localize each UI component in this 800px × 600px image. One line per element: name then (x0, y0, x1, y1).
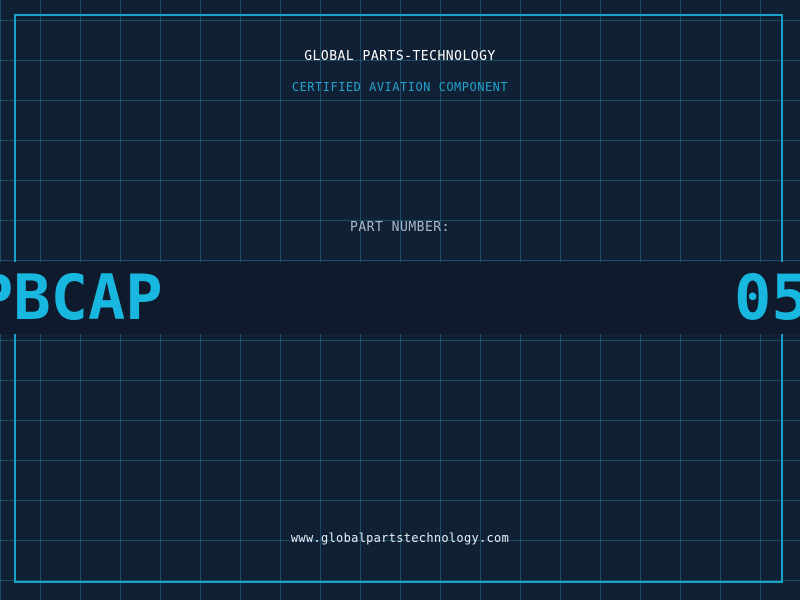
part-number-code-right: 05 (734, 262, 800, 334)
website-url: www.globalpartstechnology.com (290, 531, 510, 545)
product-label-screen: { "header": { "brand": "GLOBAL PARTS-TEC… (0, 0, 800, 600)
brand-title: GLOBAL PARTS-TECHNOLOGY (304, 49, 496, 64)
part-number-code-left: PBCAP (0, 262, 163, 334)
certification-subtitle: CERTIFIED AVIATION COMPONENT (291, 80, 509, 94)
part-number-label: PART NUMBER: (350, 220, 450, 235)
part-number-band: PBCAP 05 (0, 262, 800, 334)
